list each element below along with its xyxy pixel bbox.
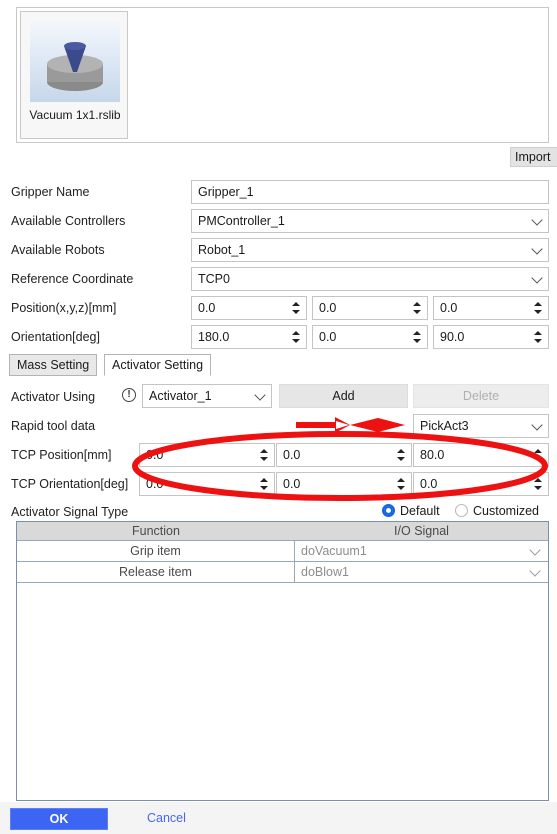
activator-using-select[interactable]: Activator_1 (142, 384, 272, 408)
position-x-input[interactable]: 0.0 (191, 296, 307, 320)
tcp-position-label: TCP Position[mm] (11, 448, 112, 462)
orientation-y-value: 0.0 (319, 330, 337, 344)
tcp-position-z-value: 80.0 (420, 448, 445, 462)
available-controllers-label: Available Controllers (11, 214, 126, 228)
tcp-orientation-y-input[interactable]: 0.0 (276, 472, 412, 496)
io-row-function: Grip item (17, 541, 295, 561)
stepper-icon[interactable] (397, 447, 406, 463)
tcp-position-y-value: 0.0 (283, 448, 301, 462)
orientation-z-value: 90.0 (440, 330, 465, 344)
io-row-signal-value: doVacuum1 (301, 544, 367, 558)
io-header-function: Function (132, 524, 180, 538)
gripper-settings-dialog: Vacuum 1x1.rslib Import Gripper Name Gri… (0, 0, 557, 834)
library-gallery: Vacuum 1x1.rslib (16, 7, 549, 143)
stepper-icon[interactable] (292, 300, 301, 316)
vacuum-gripper-thumbnail (30, 20, 120, 102)
tcp-position-y-input[interactable]: 0.0 (276, 443, 412, 467)
chevron-down-icon (254, 389, 266, 401)
tcp-position-x-value: 0.0 (146, 448, 164, 462)
table-row: Release item doBlow1 (17, 562, 548, 583)
gripper-name-label: Gripper Name (11, 185, 90, 199)
chevron-down-icon (531, 272, 543, 284)
ok-button[interactable]: OK (10, 808, 108, 830)
orientation-label: Orientation[deg] (11, 330, 100, 344)
reference-coordinate-select[interactable]: TCP0 (191, 267, 549, 291)
tcp-orientation-z-input[interactable]: 0.0 (413, 472, 549, 496)
tcp-orientation-x-value: 0.0 (146, 477, 164, 491)
radio-default-indicator (382, 504, 395, 517)
position-z-input[interactable]: 0.0 (433, 296, 549, 320)
annotation-arrow (296, 417, 405, 433)
radio-customized-label: Customized (473, 504, 539, 518)
settings-tabstrip: Mass Setting Activator Setting (9, 354, 549, 376)
chevron-down-icon (531, 243, 543, 255)
chevron-down-icon (529, 565, 541, 577)
position-y-value: 0.0 (319, 301, 337, 315)
available-robots-label: Available Robots (11, 243, 105, 257)
reference-coordinate-value: TCP0 (198, 272, 230, 286)
import-button[interactable]: Import (510, 147, 557, 167)
available-controllers-value: PMController_1 (198, 214, 285, 228)
radio-customized-indicator (455, 504, 468, 517)
position-y-input[interactable]: 0.0 (312, 296, 428, 320)
stepper-icon[interactable] (413, 300, 422, 316)
add-button[interactable]: Add (279, 384, 408, 408)
gripper-name-input[interactable]: Gripper_1 (191, 180, 549, 204)
delete-button: Delete (413, 384, 549, 408)
stepper-icon[interactable] (292, 329, 301, 345)
orientation-y-input[interactable]: 0.0 (312, 325, 428, 349)
chevron-down-icon (531, 214, 543, 226)
stepper-icon[interactable] (534, 476, 543, 492)
stepper-icon[interactable] (413, 329, 422, 345)
orientation-z-input[interactable]: 90.0 (433, 325, 549, 349)
rapid-tool-data-select[interactable]: PickAct3 (413, 414, 549, 438)
tab-mass-setting[interactable]: Mass Setting (9, 354, 98, 376)
activator-signal-type-label: Activator Signal Type (11, 505, 129, 519)
tcp-position-z-input[interactable]: 80.0 (413, 443, 549, 467)
radio-customized[interactable]: Customized (455, 504, 539, 518)
position-x-value: 0.0 (198, 301, 216, 315)
io-table-header: Function I/O Signal (17, 522, 548, 541)
io-signal-panel: Function I/O Signal Grip item doVacuum1 … (16, 521, 549, 801)
stepper-icon[interactable] (260, 476, 269, 492)
stepper-icon[interactable] (534, 300, 543, 316)
rapid-tool-data-value: PickAct3 (420, 419, 469, 433)
activator-using-label: Activator Using (11, 390, 96, 404)
orientation-x-input[interactable]: 180.0 (191, 325, 307, 349)
tcp-orientation-y-value: 0.0 (283, 477, 301, 491)
dialog-footer: OK Cancel (0, 802, 557, 834)
radio-default-label: Default (400, 504, 440, 518)
available-controllers-select[interactable]: PMController_1 (191, 209, 549, 233)
stepper-icon[interactable] (534, 447, 543, 463)
radio-default[interactable]: Default (382, 504, 440, 518)
io-row-function: Release item (17, 562, 295, 582)
library-item-vacuum[interactable]: Vacuum 1x1.rslib (20, 11, 128, 139)
available-robots-value: Robot_1 (198, 243, 246, 257)
tcp-orientation-x-input[interactable]: 0.0 (139, 472, 275, 496)
reference-coordinate-label: Reference Coordinate (11, 272, 134, 286)
chevron-down-icon (531, 419, 543, 431)
position-label: Position(x,y,z)[mm] (11, 301, 117, 315)
tcp-orientation-label: TCP Orientation[deg] (11, 477, 129, 491)
warning-icon: ! (122, 388, 136, 402)
library-item-label: Vacuum 1x1.rslib (29, 108, 121, 122)
io-row-signal-select[interactable]: doVacuum1 (295, 541, 548, 561)
stepper-icon[interactable] (260, 447, 269, 463)
orientation-x-value: 180.0 (198, 330, 230, 344)
tab-activator-setting[interactable]: Activator Setting (104, 354, 212, 376)
io-row-signal-select[interactable]: doBlow1 (295, 562, 548, 582)
rapid-tool-data-label: Rapid tool data (11, 419, 96, 433)
stepper-icon[interactable] (397, 476, 406, 492)
chevron-down-icon (529, 544, 541, 556)
cancel-button[interactable]: Cancel (147, 811, 186, 825)
activator-using-value: Activator_1 (149, 389, 212, 403)
available-robots-select[interactable]: Robot_1 (191, 238, 549, 262)
stepper-icon[interactable] (534, 329, 543, 345)
position-z-value: 0.0 (440, 301, 458, 315)
tcp-position-x-input[interactable]: 0.0 (139, 443, 275, 467)
table-row: Grip item doVacuum1 (17, 541, 548, 562)
tcp-orientation-z-value: 0.0 (420, 477, 438, 491)
io-header-signal: I/O Signal (394, 524, 449, 538)
io-row-signal-value: doBlow1 (301, 565, 349, 579)
